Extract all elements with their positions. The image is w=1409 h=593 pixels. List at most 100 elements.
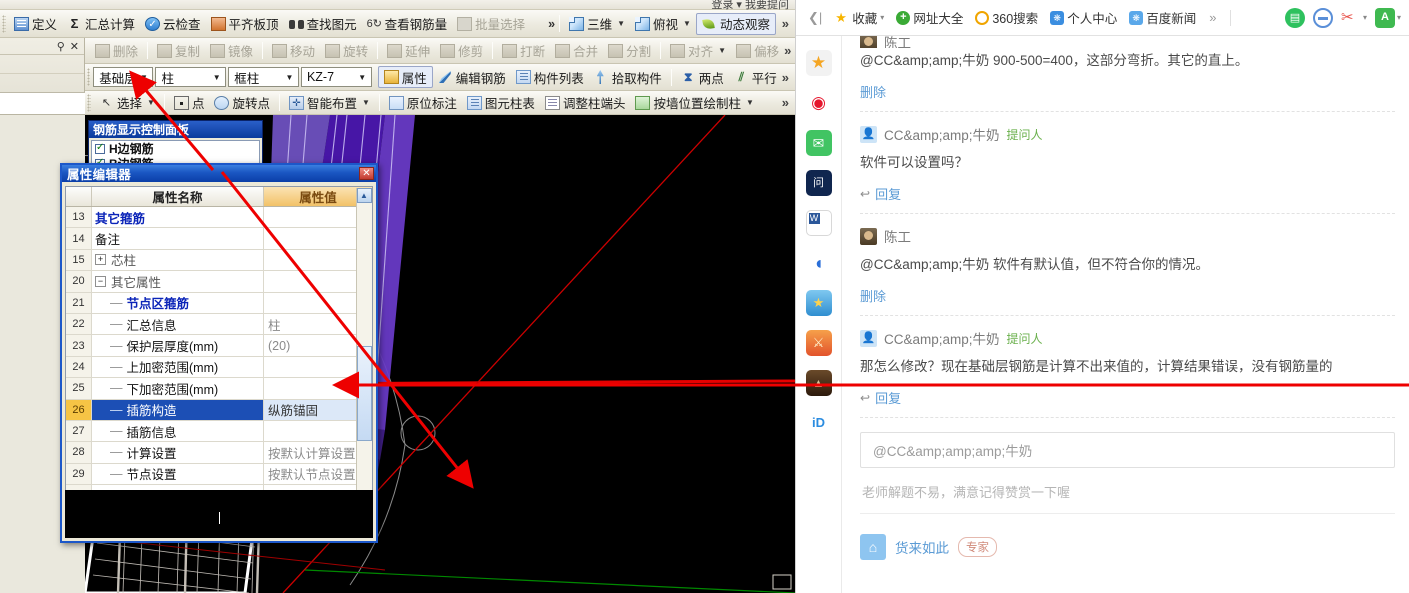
chevron-down-icon[interactable]: ▼: [283, 68, 296, 86]
toolbar-adjust-column-end-button[interactable]: 调整柱端头: [540, 92, 631, 114]
avatar[interactable]: [860, 227, 877, 245]
toolbar-topview-button[interactable]: 俯视 ▼: [630, 13, 696, 35]
bookmark-nav-sites[interactable]: 网址大全: [891, 6, 968, 29]
comment-author-name[interactable]: CC&amp;amp;牛奶: [884, 328, 1000, 348]
bookmarks-overflow[interactable]: »: [1203, 10, 1222, 25]
toolbar-summary-calc-button[interactable]: Σ 汇总计算: [62, 13, 140, 35]
toolbar-grip[interactable]: [87, 93, 91, 112]
elephant-icon[interactable]: [805, 250, 832, 276]
game-dark-icon[interactable]: [805, 370, 832, 396]
chevron-down-icon[interactable]: ▼: [210, 68, 223, 86]
ad-block-icon[interactable]: [1312, 7, 1333, 28]
toolbar-component-overflow[interactable]: »: [782, 70, 795, 85]
scrollbar-thumb[interactable]: [356, 346, 372, 442]
table-row[interactable]: 29 — 节点设置 按默认节点设置计算: [66, 463, 372, 486]
chevron-down-icon[interactable]: ▼: [147, 98, 155, 107]
toolbar-grip[interactable]: [87, 68, 91, 86]
toolbar-orbit-button[interactable]: 动态观察: [695, 12, 776, 35]
rebar-checkbox-row[interactable]: H边钢筋: [92, 141, 259, 156]
comment-author-name[interactable]: 陈工: [884, 36, 911, 48]
reader-mode-icon[interactable]: [1284, 7, 1305, 28]
toolbar-column-table-button[interactable]: 图元柱表: [462, 92, 540, 114]
command-line-area[interactable]: [65, 490, 373, 538]
translate-icon[interactable]: [1374, 7, 1395, 28]
huanqiu-wenda-icon[interactable]: [805, 170, 832, 196]
component-type-select[interactable]: 柱 ▼: [155, 67, 227, 87]
comment-delete-action[interactable]: 删除: [860, 282, 886, 315]
scrollbar-track[interactable]: [356, 203, 372, 521]
chevron-down-icon[interactable]: ▼: [137, 68, 150, 86]
mail-icon[interactable]: [805, 130, 832, 156]
bridge-avatar[interactable]: [860, 534, 886, 560]
toolbar-parallel-button[interactable]: ⫽ 平行: [729, 66, 782, 88]
table-row[interactable]: 25 — 下加密范围(mm): [66, 378, 372, 400]
scroll-up-icon[interactable]: ▲: [356, 188, 372, 203]
chevron-down-icon[interactable]: ▼: [356, 68, 369, 86]
table-row[interactable]: 21 — 节点区箍筋: [66, 292, 372, 314]
favorites-star-icon[interactable]: [805, 50, 832, 76]
toolbar-view-rebar-button[interactable]: 6↻ 查看钢筋量: [362, 13, 453, 35]
avatar[interactable]: [860, 125, 877, 143]
property-grid-scrollbar[interactable]: ▲ ▼: [356, 188, 372, 536]
toolbar-rotate-point-button[interactable]: 旋转点: [209, 92, 275, 114]
table-row[interactable]: 24 — 上加密范围(mm): [66, 356, 372, 379]
property-editor-titlebar[interactable]: 属性编辑器 ✕: [62, 165, 376, 182]
screenshot-scissors-icon[interactable]: [1341, 8, 1361, 28]
pin-icon[interactable]: ⚲: [57, 40, 65, 53]
chevron-down-icon[interactable]: ▼: [617, 19, 625, 28]
close-icon[interactable]: ✕: [359, 167, 374, 180]
toolbar-insitu-annotate-button[interactable]: 原位标注: [384, 92, 462, 114]
word-doc-icon[interactable]: [805, 210, 832, 236]
comment-author-name[interactable]: 陈工: [884, 226, 911, 246]
table-row[interactable]: 23 — 保护层厚度(mm) (20): [66, 335, 372, 357]
comment-reply-action[interactable]: ↩ 回复: [860, 384, 901, 417]
bookmark-favorites[interactable]: 收藏 ▾: [830, 6, 889, 29]
toolbar-select-button[interactable]: ↖ 选择 ▼: [94, 92, 160, 114]
toolbar-main-overflow[interactable]: »: [548, 17, 555, 31]
toolbar-smart-place-button[interactable]: 智能布置 ▼: [284, 92, 375, 114]
expert-user-name[interactable]: 货来如此: [895, 537, 949, 557]
expand-icon[interactable]: +: [95, 254, 106, 266]
floor-select[interactable]: 基础层 ▼: [93, 67, 154, 87]
table-row[interactable]: 13 其它箍筋: [66, 207, 372, 229]
toolbar-pick-component-button[interactable]: 拾取构件: [589, 66, 667, 88]
table-row[interactable]: 15 + 芯柱: [66, 249, 372, 272]
chevron-down-icon[interactable]: ▼: [362, 98, 370, 107]
toolbar-view-overflow[interactable]: »: [782, 16, 795, 31]
toolbar-cloud-check-button[interactable]: 云检查: [140, 13, 206, 35]
collapse-icon[interactable]: −: [95, 275, 106, 287]
table-row-selected[interactable]: 26 — 插筋构造 纵筋锚固: [66, 399, 372, 421]
checkbox-h-rebar[interactable]: [95, 142, 105, 154]
table-row[interactable]: 14 备注: [66, 228, 372, 250]
comment-delete-action[interactable]: 删除: [860, 78, 886, 111]
table-row[interactable]: 28 — 计算设置 按默认计算设置计算: [66, 442, 372, 464]
comment-author-name[interactable]: CC&amp;amp;牛奶: [884, 124, 1000, 144]
toolbar-draw-by-wall-button[interactable]: 按墙位置绘制柱 ▼: [630, 92, 758, 114]
property-editor-window[interactable]: 属性编辑器 ✕ 属性名称 属性值 13 其它箍筋 14 备注 15 + 芯柱 2…: [60, 163, 378, 543]
toolbar-find-element-button[interactable]: 查找图元: [284, 13, 362, 35]
toolbar-define-button[interactable]: 定义: [9, 13, 62, 35]
toolbar-two-point-button[interactable]: ⧗ 两点: [676, 66, 729, 88]
toolbar-property-button[interactable]: 属性: [377, 66, 433, 88]
component-subtype-select[interactable]: 框柱 ▼: [228, 67, 299, 87]
chevron-down-icon[interactable]: ▾: [1397, 13, 1401, 22]
chevron-down-icon[interactable]: ▼: [746, 98, 754, 107]
chevron-down-icon[interactable]: ▾: [1363, 13, 1367, 22]
chevron-down-icon[interactable]: ▼: [683, 19, 691, 28]
baidu-id-icon[interactable]: [805, 410, 832, 436]
bookmark-360-search[interactable]: 360搜索: [970, 6, 1043, 29]
component-name-select[interactable]: KZ-7 ▼: [300, 67, 372, 87]
game-orange-icon[interactable]: [805, 330, 832, 356]
toolbar-align-slab-button[interactable]: 平齐板顶: [206, 13, 284, 35]
game-blue-icon[interactable]: [805, 290, 832, 316]
toolbar-3d-button[interactable]: 三维 ▼: [564, 13, 630, 35]
toolbar-edit-overflow[interactable]: »: [784, 43, 795, 58]
toolbar-point-button[interactable]: 点: [169, 92, 210, 114]
bookmark-baidu-news[interactable]: 百度新闻: [1124, 6, 1201, 29]
bookmark-personal-center[interactable]: 个人中心: [1045, 6, 1122, 29]
table-row[interactable]: 20 − 其它属性: [66, 271, 372, 293]
table-row[interactable]: 22 — 汇总信息 柱: [66, 313, 372, 336]
avatar[interactable]: [860, 329, 877, 347]
reply-input[interactable]: @CC&amp;amp;amp;牛奶: [860, 432, 1395, 468]
bookmarks-back-icon[interactable]: ❮|: [802, 10, 828, 26]
